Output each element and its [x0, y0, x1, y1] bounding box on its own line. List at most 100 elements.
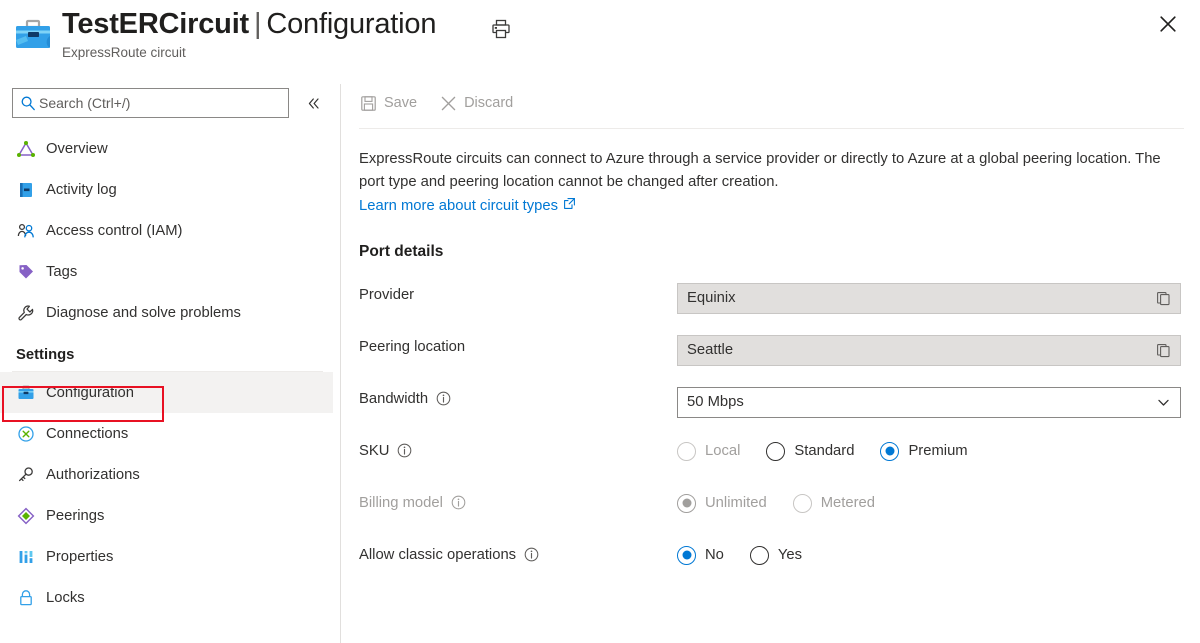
peering-location-value: Seattle	[678, 342, 1146, 358]
connections-icon	[16, 423, 46, 445]
form-row-peering-location: Peering location Seattle	[359, 335, 1189, 387]
info-icon[interactable]	[397, 443, 412, 458]
info-icon[interactable]	[524, 547, 539, 562]
sidebar-item-authorizations[interactable]: Authorizations	[0, 454, 333, 495]
print-icon[interactable]	[486, 14, 516, 44]
peering-location-label: Peering location	[359, 335, 677, 355]
blade-content: ExpressRoute circuits can connect to Azu…	[359, 148, 1189, 595]
wrench-icon	[16, 302, 46, 324]
learn-more-link[interactable]: Learn more about circuit types	[359, 197, 576, 214]
sidebar-item-locks[interactable]: Locks	[0, 577, 333, 618]
bandwidth-label: Bandwidth	[359, 387, 677, 407]
close-icon[interactable]	[1152, 8, 1184, 40]
radio-indicator	[880, 442, 899, 461]
sidebar-item-tags[interactable]: Tags	[0, 251, 333, 292]
sidebar-item-activity-log[interactable]: Activity log	[0, 169, 333, 210]
radio-label: Local	[705, 443, 740, 459]
tag-icon	[16, 261, 46, 283]
allow-classic-radio-yes[interactable]: Yes	[750, 546, 802, 565]
resource-type-subtitle: ExpressRoute circuit	[62, 45, 186, 60]
peering-location-field: Seattle	[677, 335, 1181, 366]
sidebar-section-settings: Settings	[0, 333, 333, 367]
search-icon	[13, 95, 39, 111]
sku-radio-premium[interactable]: Premium	[880, 442, 967, 461]
allow-classic-radio-no[interactable]: No	[677, 546, 724, 565]
section-title-port-details: Port details	[359, 243, 1189, 261]
radio-indicator	[677, 442, 696, 461]
search-input[interactable]	[39, 95, 269, 111]
radio-label: Premium	[908, 443, 967, 459]
sidebar-item-diagnose[interactable]: Diagnose and solve problems	[0, 292, 333, 333]
search-box[interactable]	[12, 88, 289, 118]
discard-label: Discard	[464, 95, 513, 111]
copy-icon[interactable]	[1146, 343, 1180, 358]
sidebar-item-access-control[interactable]: Access control (IAM)	[0, 210, 333, 251]
chevron-down-icon[interactable]	[1146, 395, 1180, 410]
info-icon[interactable]	[451, 495, 466, 510]
sidebar-item-label: Properties	[46, 549, 113, 565]
key-icon	[16, 464, 46, 486]
provider-value: Equinix	[678, 290, 1146, 306]
sidebar-item-overview[interactable]: Overview	[0, 128, 333, 169]
sidebar-item-label: Diagnose and solve problems	[46, 305, 241, 321]
bandwidth-value: 50 Mbps	[678, 394, 1146, 410]
radio-label: No	[705, 547, 724, 563]
sku-label-text: SKU	[359, 443, 389, 459]
sidebar-item-label: Configuration	[46, 385, 134, 401]
radio-label: Metered	[821, 495, 875, 511]
allow-classic-radio-group: No Yes	[677, 543, 828, 565]
command-bar: Save Discard	[359, 86, 1184, 120]
access-control-people-icon	[16, 220, 46, 242]
sku-radio-standard[interactable]: Standard	[766, 442, 854, 461]
sku-label: SKU	[359, 439, 677, 459]
sidebar-item-label: Overview	[46, 141, 108, 157]
form-row-provider: Provider Equinix	[359, 283, 1189, 335]
save-disk-icon	[359, 94, 377, 112]
copy-icon[interactable]	[1146, 291, 1180, 306]
radio-indicator	[677, 546, 696, 565]
peerings-diamond-icon	[16, 505, 46, 527]
expressroute-circuit-icon	[12, 14, 54, 56]
radio-label: Yes	[778, 547, 802, 563]
activity-log-icon	[16, 179, 46, 201]
sidebar-item-configuration[interactable]: Configuration	[0, 372, 333, 413]
allow-classic-label-text: Allow classic operations	[359, 547, 516, 563]
sidebar-item-label: Locks	[46, 590, 85, 606]
bandwidth-dropdown[interactable]: 50 Mbps	[677, 387, 1181, 418]
allow-classic-label: Allow classic operations	[359, 543, 677, 563]
save-label: Save	[384, 95, 417, 111]
blade-left-rail: Overview Activity log	[0, 82, 333, 643]
sidebar-item-peerings[interactable]: Peerings	[0, 495, 333, 536]
discard-x-icon	[439, 94, 457, 112]
radio-indicator	[677, 494, 696, 513]
title-separator: |	[249, 8, 266, 40]
configuration-form: Provider Equinix Peering location Seattl…	[359, 283, 1189, 595]
sidebar-item-label: Tags	[46, 264, 77, 280]
blade-name: Configuration	[266, 8, 436, 40]
rail-content-divider	[340, 84, 341, 643]
save-button[interactable]: Save	[359, 94, 417, 112]
form-row-allow-classic-operations: Allow classic operations No	[359, 543, 1189, 595]
billing-radio-unlimited: Unlimited	[677, 494, 767, 513]
discard-button[interactable]: Discard	[439, 94, 513, 112]
radio-label: Unlimited	[705, 495, 767, 511]
sidebar-item-label: Authorizations	[46, 467, 140, 483]
sidebar-item-label: Connections	[46, 426, 128, 442]
command-bar-divider	[359, 128, 1184, 129]
billing-radio-metered: Metered	[793, 494, 875, 513]
sku-radio-local[interactable]: Local	[677, 442, 740, 461]
blade-description: ExpressRoute circuits can connect to Azu…	[359, 148, 1177, 193]
overview-triangle-icon	[16, 138, 46, 160]
billing-model-label: Billing model	[359, 491, 677, 511]
page-title: TestERCircuit|Configuration	[62, 4, 436, 44]
sidebar-item-label: Access control (IAM)	[46, 223, 183, 239]
billing-model-radio-group: Unlimited Metered	[677, 491, 901, 513]
double-chevron-left-icon[interactable]	[300, 90, 326, 116]
blade-header: TestERCircuit|Configuration ExpressRoute…	[0, 0, 1200, 78]
sidebar-item-properties[interactable]: Properties	[0, 536, 333, 577]
provider-label: Provider	[359, 283, 677, 303]
sidebar-item-label: Activity log	[46, 182, 117, 198]
sidebar-item-connections[interactable]: Connections	[0, 413, 333, 454]
configuration-briefcase-icon	[16, 382, 46, 404]
info-icon[interactable]	[436, 391, 451, 406]
